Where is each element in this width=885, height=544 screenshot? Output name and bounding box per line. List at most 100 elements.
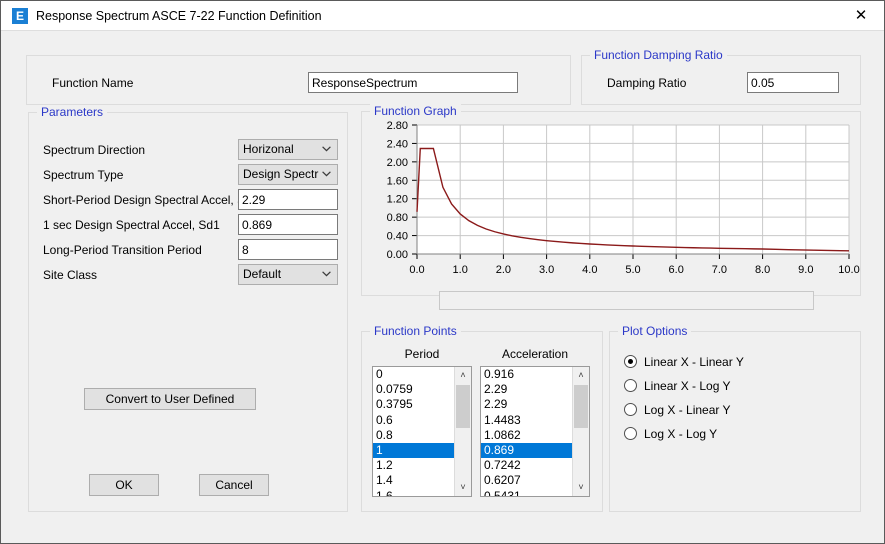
list-item[interactable]: 0.5431 — [481, 489, 572, 497]
close-icon[interactable]: ✕ — [838, 1, 884, 30]
plot-option-row-0[interactable]: Linear X - Linear Y — [624, 354, 824, 372]
spectrum-direction-label: Spectrum Direction — [43, 143, 146, 157]
list-item[interactable]: 1.6 — [373, 489, 454, 497]
function-name-input[interactable] — [308, 72, 518, 93]
scroll-up-icon[interactable]: ˄ — [573, 367, 589, 384]
x-tick-label: 0.0 — [409, 264, 424, 276]
chevron-down-icon — [322, 265, 331, 284]
x-tick-label: 5.0 — [625, 264, 640, 276]
list-item[interactable]: 1.2 — [373, 458, 454, 473]
acceleration-scroll-thumb[interactable] — [574, 385, 588, 428]
damping-ratio-input[interactable] — [747, 72, 839, 93]
x-tick-label: 6.0 — [669, 264, 684, 276]
x-tick-label: 1.0 — [453, 264, 468, 276]
list-item[interactable]: 0.6 — [373, 413, 454, 428]
x-tick-label: 3.0 — [539, 264, 554, 276]
function-points-legend: Function Points — [370, 324, 461, 338]
y-tick-label: 1.60 — [387, 175, 408, 187]
acceleration-list-items: 0.916 2.29 2.29 1.4483 1.0862 0.869 0.7242 0.62… — [481, 367, 572, 497]
list-item[interactable]: 0 — [373, 367, 454, 382]
long-period-transition-label: Long-Period Transition Period — [43, 243, 202, 257]
radio-icon[interactable] — [624, 403, 637, 416]
list-item[interactable]: 1 — [373, 442, 454, 459]
function-name-label: Function Name — [52, 76, 134, 90]
long-period-transition-input[interactable] — [238, 239, 338, 260]
spectrum-direction-combo[interactable]: Horizonal — [238, 139, 338, 160]
plot-option-label: Log X - Linear Y — [644, 403, 731, 417]
list-item[interactable]: 0.3795 — [373, 397, 454, 412]
plot-option-label: Log X - Log Y — [644, 427, 718, 441]
list-item[interactable]: 1.4483 — [481, 413, 572, 428]
period-column-header: Period — [404, 347, 440, 361]
site-class-label: Site Class — [43, 268, 98, 282]
x-tick-label: 8.0 — [755, 264, 770, 276]
list-item[interactable]: 0.6207 — [481, 473, 572, 488]
scroll-down-icon[interactable]: ˅ — [573, 479, 589, 496]
plot-option-label: Linear X - Linear Y — [644, 355, 744, 369]
acceleration-scrollbar[interactable]: ˄ ˅ — [572, 367, 589, 496]
list-item[interactable]: 0.916 — [481, 367, 572, 382]
x-tick-label: 9.0 — [798, 264, 813, 276]
app-icon: E — [12, 8, 28, 24]
y-tick-label: 0.40 — [387, 231, 408, 243]
period-scrollbar[interactable]: ˄ ˅ — [454, 367, 471, 496]
list-item[interactable]: 1.4 — [373, 473, 454, 488]
parameters-legend: Parameters — [37, 105, 108, 119]
x-tick-label: 7.0 — [712, 264, 727, 276]
y-tick-label: 2.80 — [387, 120, 408, 132]
damping-ratio-group: Function Damping Ratio Damping Ratio — [581, 48, 861, 105]
list-item[interactable]: 0.7242 — [481, 458, 572, 473]
sd1-input[interactable] — [238, 214, 338, 235]
scroll-up-icon[interactable]: ˄ — [455, 367, 471, 384]
plot-options-legend: Plot Options — [618, 324, 692, 338]
function-points-group: Function Points Period Acceleration 0 0.0… — [361, 324, 603, 512]
radio-icon[interactable] — [624, 355, 637, 368]
sds-input[interactable] — [238, 189, 338, 210]
x-tick-label: 2.0 — [496, 264, 511, 276]
list-item[interactable]: 0.8 — [373, 428, 454, 443]
dialog-window: E Response Spectrum ASCE 7-22 Function D… — [0, 0, 885, 544]
sd1-label: 1 sec Design Spectral Accel, Sd1 — [43, 218, 220, 232]
acceleration-listbox[interactable]: 0.916 2.29 2.29 1.4483 1.0862 0.869 0.7242 0.62… — [480, 366, 590, 497]
plot-option-row-1[interactable]: Linear X - Log Y — [624, 378, 824, 396]
graph-legend-bar — [439, 291, 814, 310]
y-tick-label: 0.80 — [387, 212, 408, 224]
list-item[interactable]: 2.29 — [481, 397, 572, 412]
site-class-value: Default — [243, 267, 282, 281]
convert-to-user-defined-button[interactable]: Convert to User Defined — [84, 388, 256, 410]
window-title: Response Spectrum ASCE 7-22 Function Def… — [36, 9, 322, 23]
scroll-down-icon[interactable]: ˅ — [455, 479, 471, 496]
site-class-combo[interactable]: Default — [238, 264, 338, 285]
cancel-button[interactable]: Cancel — [199, 474, 269, 496]
spectrum-type-label: Spectrum Type — [43, 168, 124, 182]
spectrum-type-value: Design Spectru — [243, 167, 319, 181]
ok-button[interactable]: OK — [89, 474, 159, 496]
spectrum-type-combo[interactable]: Design Spectru — [238, 164, 338, 185]
damping-ratio-legend: Function Damping Ratio — [590, 48, 727, 62]
function-graph-plot: 0.00 0.40 0.80 1.20 1.60 2.00 2.40 2.80 0.0 1.0 2.… — [387, 120, 860, 276]
y-tick-label: 1.20 — [387, 194, 408, 206]
plot-option-label: Linear X - Log Y — [644, 379, 731, 393]
chevron-down-icon — [322, 165, 331, 184]
radio-icon[interactable] — [624, 427, 637, 440]
spectrum-direction-value: Horizonal — [243, 142, 294, 156]
plot-option-row-3[interactable]: Log X - Log Y — [624, 426, 824, 444]
radio-icon[interactable] — [624, 379, 637, 392]
y-tick-label: 0.00 — [387, 249, 408, 261]
x-tick-label: 10.0 — [838, 264, 859, 276]
y-tick-label: 2.40 — [387, 138, 408, 150]
function-graph-group: Function Graph 0.00 0.40 0.80 1.20 1.60 2.00 2… — [361, 104, 861, 296]
function-name-panel: Function Name — [26, 55, 571, 105]
title-bar: E Response Spectrum ASCE 7-22 Function D… — [1, 1, 884, 31]
period-listbox[interactable]: 00.07590.37950.60.811.21.41.61.8 ˄ ˅ — [372, 366, 472, 497]
radio-dot — [628, 359, 633, 364]
parameters-group: Parameters Spectrum Direction Horizonal … — [28, 105, 348, 512]
damping-ratio-label: Damping Ratio — [607, 76, 687, 90]
plot-option-row-2[interactable]: Log X - Linear Y — [624, 402, 824, 420]
y-tick-label: 2.00 — [387, 157, 408, 169]
list-item[interactable]: 2.29 — [481, 382, 572, 397]
list-item[interactable]: 1.0862 — [481, 428, 572, 443]
period-scroll-thumb[interactable] — [456, 385, 470, 428]
list-item[interactable]: 0.869 — [481, 442, 572, 459]
list-item[interactable]: 0.0759 — [373, 382, 454, 397]
